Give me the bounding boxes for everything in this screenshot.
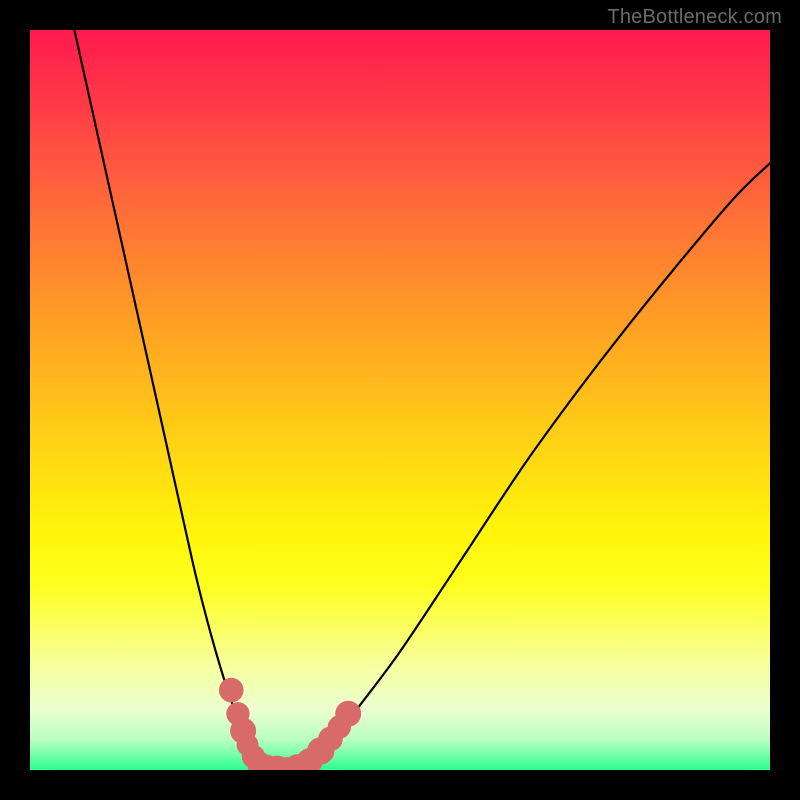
markers-group xyxy=(219,678,361,770)
watermark-text: TheBottleneck.com xyxy=(607,6,782,29)
chart-frame: TheBottleneck.com xyxy=(0,0,800,800)
chart-svg xyxy=(30,30,770,770)
right-curve xyxy=(289,163,770,770)
plot-area xyxy=(30,30,770,770)
left-curve xyxy=(74,30,266,770)
marker-point xyxy=(335,701,361,727)
marker-point xyxy=(219,678,244,703)
